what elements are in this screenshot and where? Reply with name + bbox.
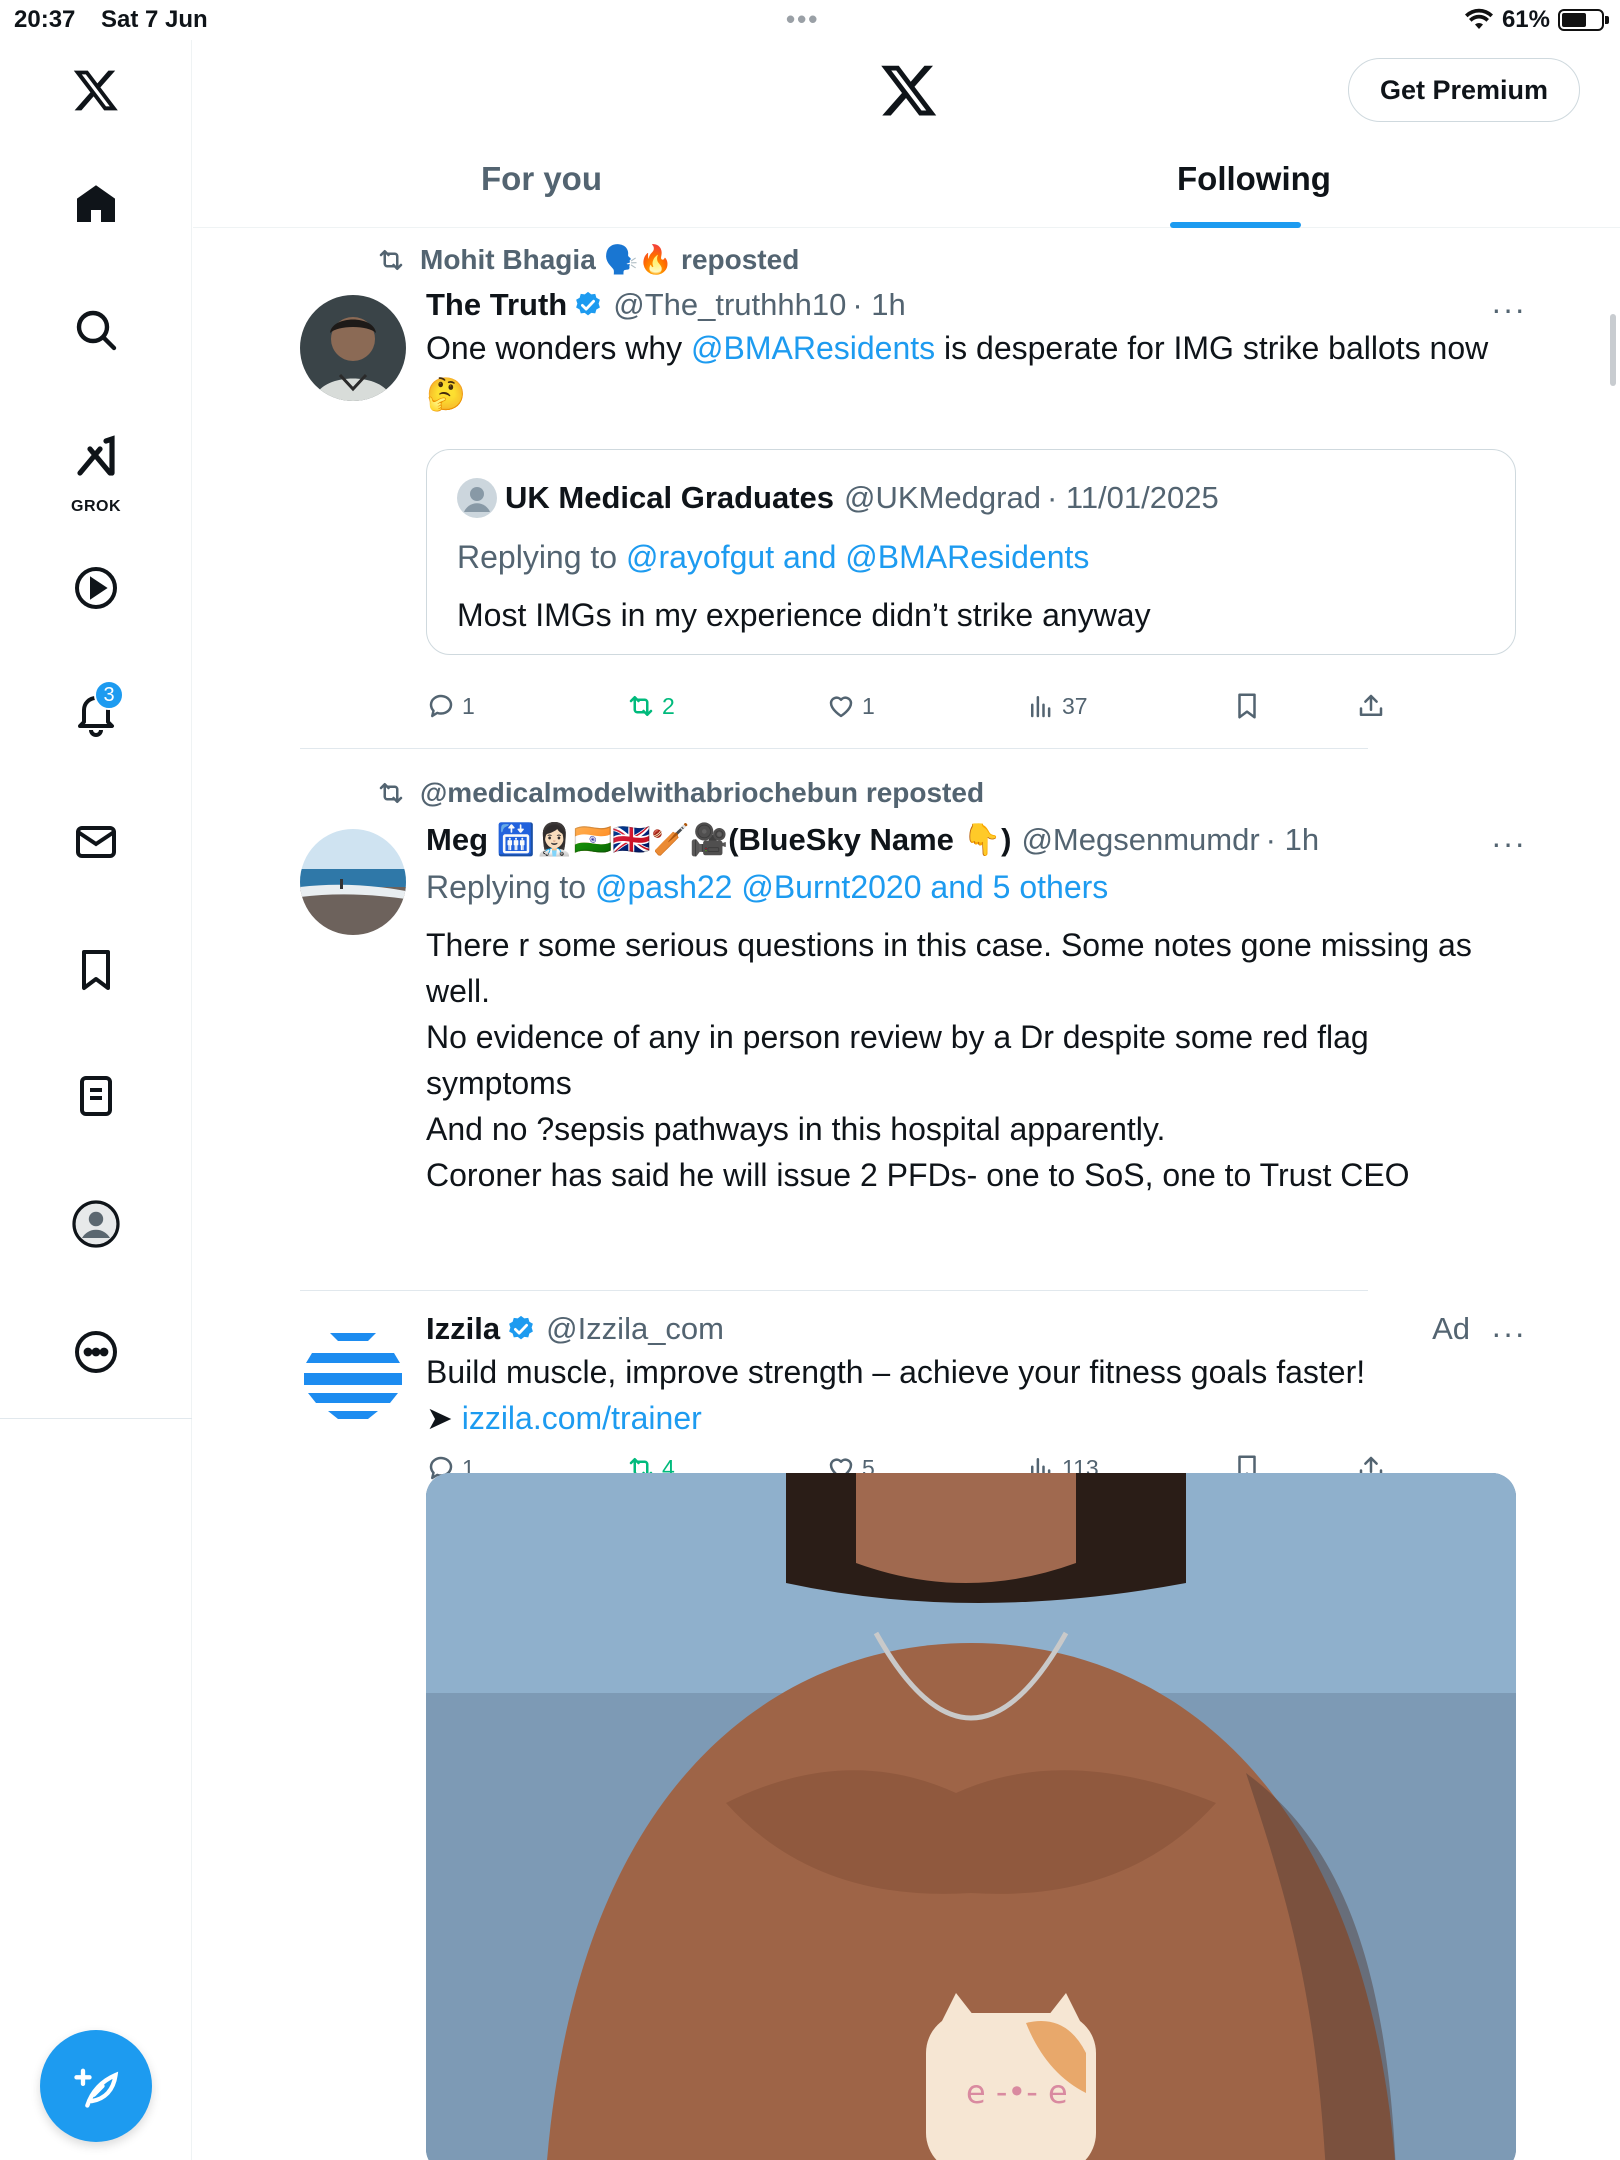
like-button[interactable]: 1 — [826, 691, 875, 721]
repost-icon — [379, 249, 403, 270]
grok-icon[interactable]: GROK — [60, 420, 132, 515]
quote-date: · 11/01/2025 — [1046, 480, 1219, 515]
notifications-badge: 3 — [94, 680, 124, 710]
post-divider — [300, 1290, 1368, 1291]
search-icon[interactable] — [60, 294, 132, 366]
x-logo-icon[interactable] — [60, 54, 132, 126]
repost-label: Mohit Bhagia 🗣️🔥 reposted — [420, 244, 800, 275]
messages-icon[interactable] — [60, 806, 132, 878]
wifi-icon — [1464, 8, 1493, 29]
repost-indicator: Mohit Bhagia 🗣️🔥 reposted — [376, 243, 799, 276]
profile-icon[interactable] — [60, 1188, 132, 1260]
lists-icon[interactable] — [60, 1060, 132, 1132]
post-actions: 1 2 1 37 — [426, 691, 1426, 731]
x-logo-icon[interactable] — [879, 60, 939, 120]
more-options-icon[interactable]: ··· — [1491, 291, 1526, 328]
verified-badge-icon — [509, 1315, 533, 1340]
ad-label: Ad — [1432, 1311, 1470, 1346]
status-date: Sat 7 Jun — [101, 6, 208, 33]
ad-link[interactable]: izzila.com/trainer — [462, 1400, 702, 1436]
quote-text: Most IMGs in my experience didn’t strike… — [457, 597, 1151, 633]
more-options-icon[interactable]: ··· — [1491, 1315, 1526, 1352]
mention-link[interactable]: @BMAResidents — [691, 330, 935, 366]
replying-to-links[interactable]: @pash22 @Burnt2020 and 5 others — [595, 869, 1108, 905]
post-divider — [300, 748, 1368, 749]
compose-post-button[interactable] — [40, 2030, 152, 2142]
more-icon[interactable] — [60, 1316, 132, 1388]
bookmarks-icon[interactable] — [60, 934, 132, 1006]
share-button[interactable] — [1356, 691, 1386, 721]
sidebar: GROK 3 — [0, 40, 192, 2160]
post-time: · 1h — [852, 287, 906, 322]
svg-text:e -•- e: e -•- e — [966, 2073, 1068, 2111]
notifications-icon[interactable]: 3 — [60, 678, 132, 750]
post-header: Izzila @Izzila_com — [426, 1311, 1516, 1347]
reply-count: 1 — [462, 692, 475, 719]
more-options-icon[interactable]: ··· — [1491, 825, 1526, 862]
ad-link-line: ➤ izzila.com/trainer — [426, 1400, 702, 1436]
heart-icon — [829, 696, 853, 718]
ad-media-image[interactable]: e -•- e — [426, 1473, 1516, 2160]
share-icon — [1359, 694, 1383, 716]
analytics-icon — [1031, 696, 1051, 718]
verified-badge-icon — [576, 291, 601, 316]
post-header: Meg 🛗👩🏻‍⚕️🇮🇳🇬🇧🏏🎥(BlueSky Name 👇) @Megsen… — [426, 821, 1516, 858]
author-handle[interactable]: @Megsenmumdr — [1021, 822, 1259, 858]
avatar[interactable] — [300, 295, 406, 401]
repost-icon — [379, 783, 403, 803]
repost-button[interactable]: 2 — [626, 691, 675, 721]
views-count: 37 — [1062, 692, 1088, 719]
quote-replying-to: Replying to @rayofgut and @BMAResidents — [457, 539, 1090, 575]
status-bar: 20:37 Sat 7 Jun ••• 61% — [0, 0, 1620, 40]
replying-to: Replying to @pash22 @Burnt2020 and 5 oth… — [426, 869, 1109, 905]
tab-following[interactable]: Following — [1177, 160, 1331, 198]
reply-button[interactable]: 1 — [426, 691, 475, 721]
avatar[interactable] — [300, 829, 406, 935]
home-icon[interactable] — [60, 168, 132, 240]
video-icon[interactable] — [60, 552, 132, 624]
author-name[interactable]: The Truth — [426, 287, 567, 323]
bookmark-button[interactable] — [1232, 691, 1262, 721]
active-tab-indicator — [1170, 222, 1301, 228]
repost-count: 2 — [662, 692, 675, 719]
quote-avatar — [457, 478, 497, 518]
post-text: One wonders why @BMAResidents is despera… — [426, 330, 1489, 412]
tab-for-you[interactable]: For you — [481, 160, 602, 198]
post-time: · 1h — [1265, 821, 1320, 857]
author-handle[interactable]: @The_truthhh10 — [613, 287, 846, 323]
get-premium-button[interactable]: Get Premium — [1348, 58, 1580, 122]
views-button[interactable]: 37 — [1026, 691, 1088, 721]
compose-feather-icon — [74, 2068, 119, 2108]
quoted-post[interactable]: UK Medical Graduates @UKMedgrad · 11/01/… — [426, 449, 1516, 655]
timeline-header: Get Premium For you Following — [193, 40, 1620, 228]
author-name[interactable]: Meg 🛗👩🏻‍⚕️🇮🇳🇬🇧🏏🎥(BlueSky Name 👇) — [426, 821, 1011, 858]
battery-percent: 61% — [1501, 6, 1550, 33]
post-header: The Truth @The_truthhh10 · 1h — [426, 287, 1516, 323]
repost-indicator: @medicalmodelwithabriochebun reposted — [376, 777, 984, 809]
like-count: 1 — [862, 692, 875, 719]
scrollbar[interactable] — [1610, 314, 1616, 386]
quote-author-handle: @UKMedgrad — [844, 480, 1041, 515]
reply-icon — [429, 694, 453, 718]
post-text: Build muscle, improve strength – achieve… — [426, 1354, 1366, 1390]
author-handle[interactable]: @Izzila_com — [546, 1311, 724, 1347]
author-name[interactable]: Izzila — [426, 1311, 500, 1347]
battery-icon — [1558, 9, 1609, 31]
post-text: There r some serious questions in this c… — [426, 927, 1472, 1193]
status-time: 20:37 — [14, 6, 76, 33]
multitask-dots[interactable]: ••• — [786, 4, 819, 35]
avatar[interactable] — [300, 1319, 406, 1425]
repost-label: @medicalmodelwithabriochebun reposted — [420, 777, 985, 808]
grok-label: GROK — [71, 498, 121, 515]
bookmark-icon — [1238, 693, 1256, 719]
repost-icon — [629, 696, 653, 716]
quote-author-name: UK Medical Graduates — [505, 480, 835, 515]
